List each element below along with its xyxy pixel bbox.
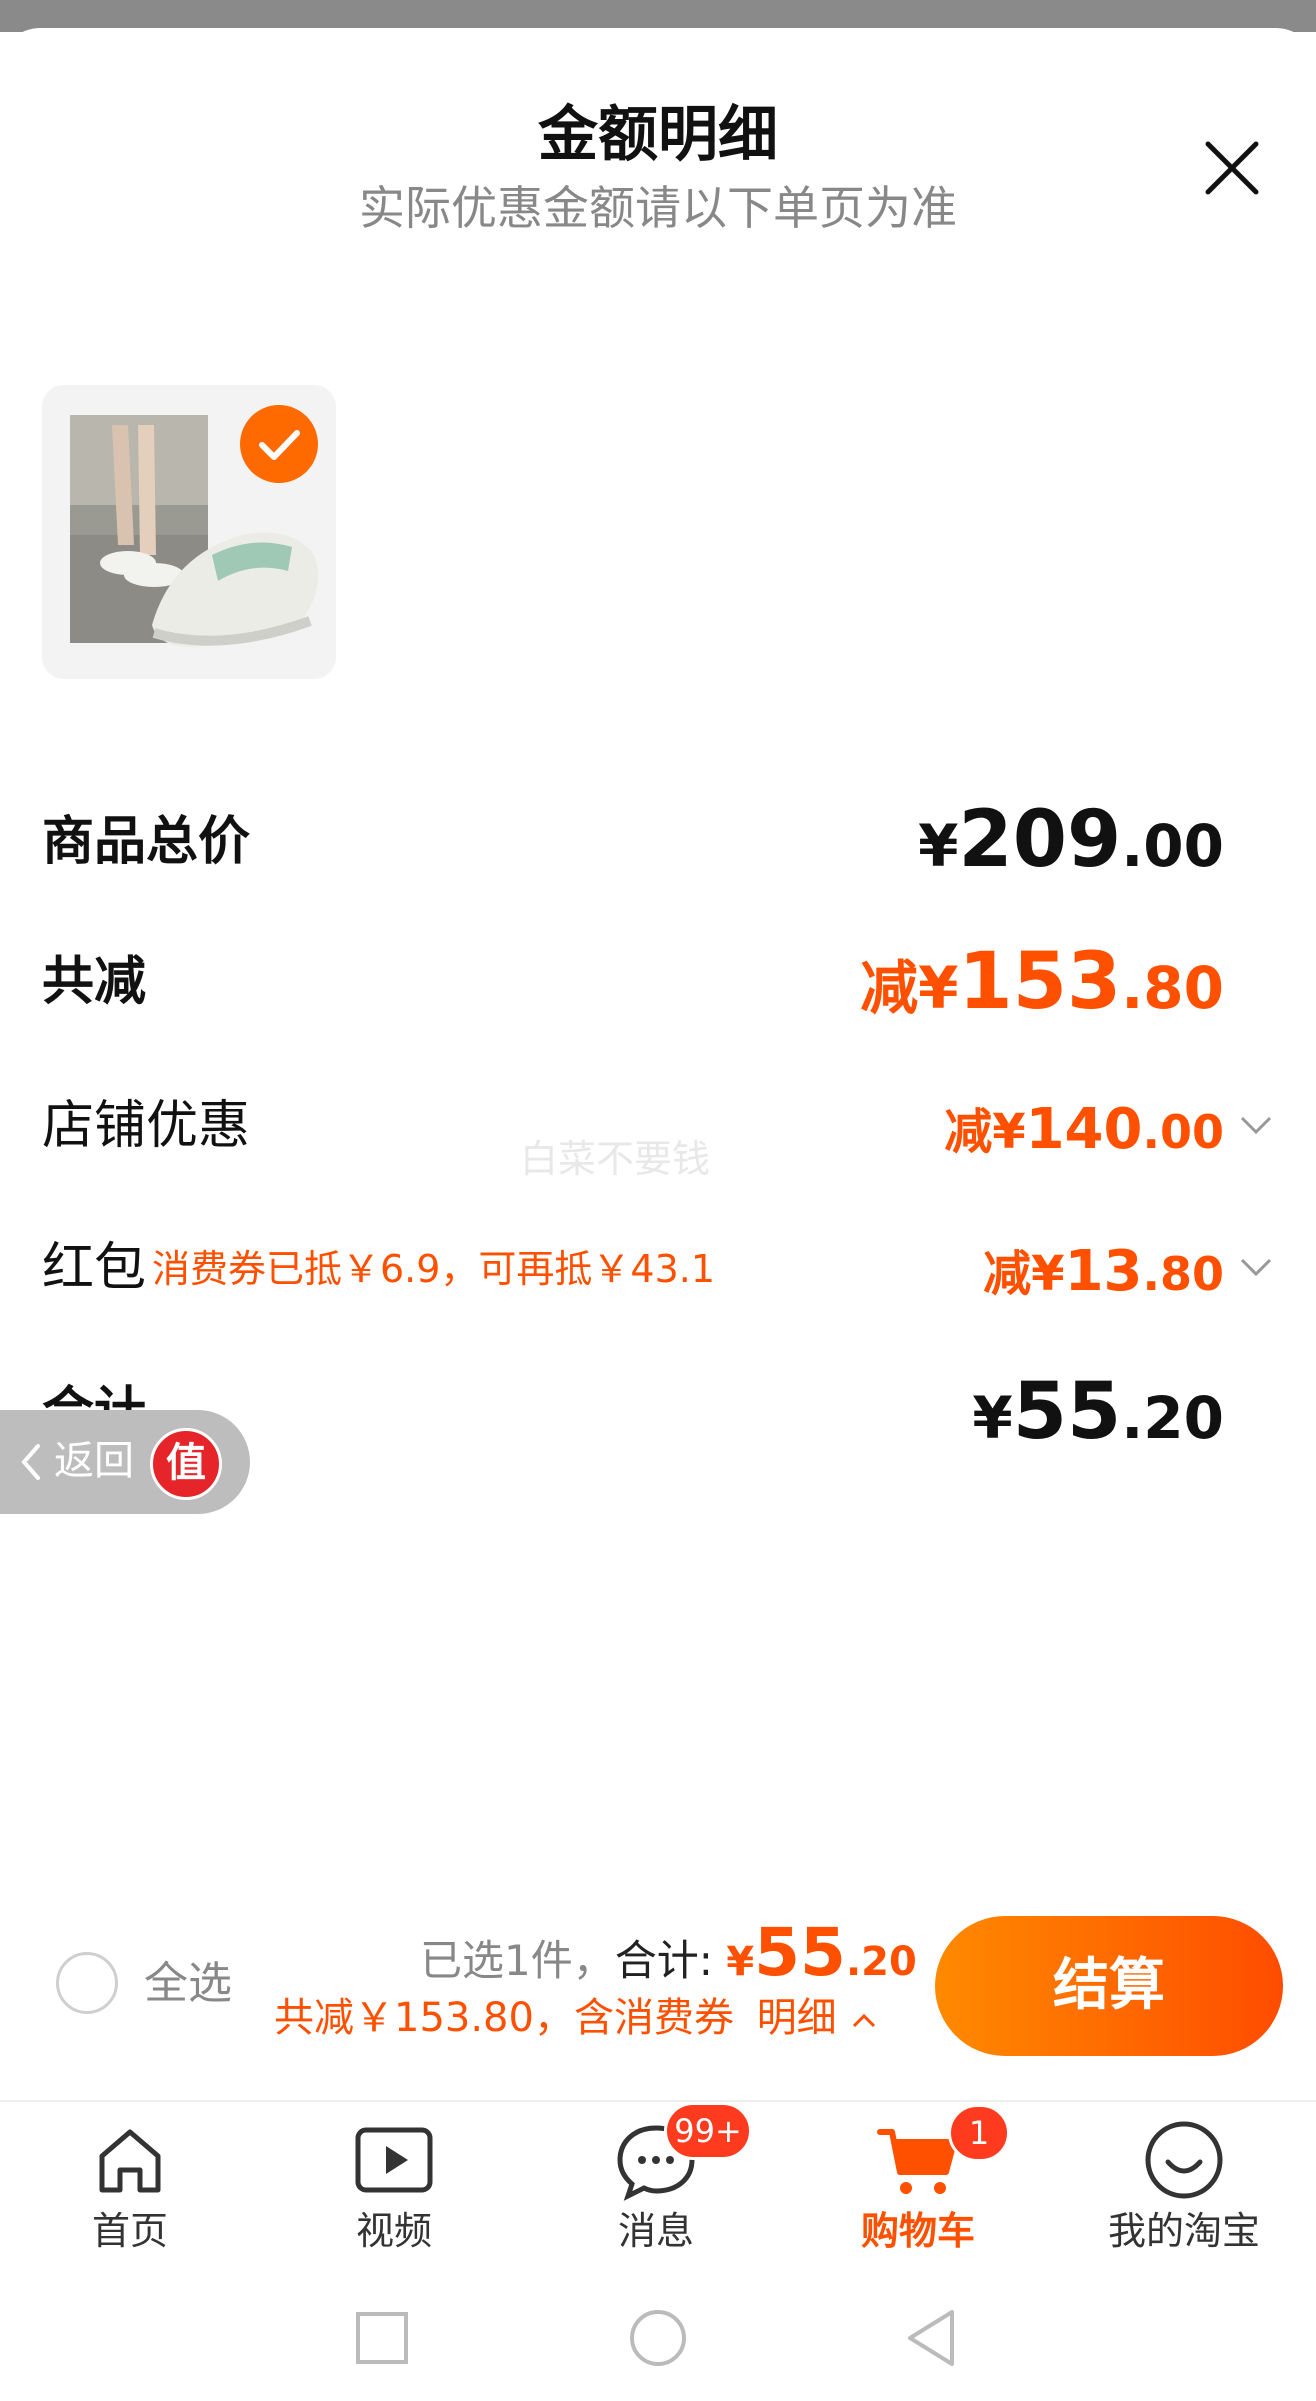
tabbar-divider [0, 2100, 1316, 2102]
circle-icon [630, 2310, 686, 2366]
product-selected-checkbox[interactable] [240, 405, 318, 483]
close-icon [1205, 141, 1259, 195]
select-all-radio[interactable] [56, 1952, 118, 2014]
chevron-up-icon [853, 2013, 876, 2028]
tab-cart[interactable]: 1 购物车 [818, 2104, 1018, 2290]
selected-count: 已选1件， [420, 1936, 615, 1985]
detail-link[interactable]: 明细 [757, 1995, 880, 2041]
tab-video[interactable]: 视频 [294, 2110, 494, 2290]
total-discount-label: 共减 [42, 952, 147, 1012]
video-icon [355, 2127, 433, 2193]
tab-my-taobao[interactable]: 我的淘宝 [1084, 2110, 1284, 2290]
sheet-title: 金额明细 [538, 100, 778, 170]
cart-badge: 1 [948, 2104, 1010, 2162]
select-all-label[interactable]: 全选 [144, 1956, 232, 2012]
sheet-subtitle: 实际优惠金额请以下单页为准 [359, 181, 957, 235]
square-icon [356, 2312, 408, 2364]
recent-apps-button[interactable] [332, 2300, 432, 2380]
savings-summary: 共减￥153.80，含消费券 明细 [274, 1990, 879, 2046]
subtotal-value: ¥55.20 [972, 1367, 1224, 1457]
chevron-down-icon [1240, 1116, 1272, 1135]
tab-home[interactable]: 首页 [30, 2110, 230, 2290]
chevron-left-icon [16, 1442, 46, 1482]
checkmark-icon [259, 430, 300, 460]
home-icon [99, 2129, 161, 2193]
total-discount-value: 减¥153.80 [860, 937, 1224, 1027]
shop-discount-value[interactable]: 减¥140.00 [944, 1090, 1224, 1183]
tab-messages[interactable]: 99+ 消息 [556, 2102, 756, 2290]
watermark-text: 白菜不要钱 [520, 1137, 711, 1181]
bottom-total-int: 55 [754, 1914, 846, 1991]
coupon-note: 消费券已抵￥6.9，可再抵￥43.1 [152, 1247, 716, 1291]
checkout-button[interactable]: 结算 [935, 1916, 1283, 2056]
total-label: 合计: [614, 1936, 727, 1985]
savings-text: 共减￥153.80，含消费券 [274, 1995, 734, 2041]
back-system-button[interactable] [882, 2300, 982, 2380]
triangle-back-icon [908, 2310, 954, 2366]
back-label: 返回 [54, 1438, 134, 1484]
chevron-down-icon [1240, 1258, 1272, 1277]
redpacket-expand[interactable] [1236, 1248, 1276, 1288]
redpacket-label: 红包 [42, 1238, 147, 1298]
home-system-button[interactable] [608, 2300, 708, 2380]
redpacket-value[interactable]: 减¥13.80 [983, 1232, 1224, 1325]
message-badge: 99+ [664, 2102, 752, 2160]
total-price-label: 商品总价 [42, 812, 251, 872]
shop-discount-label: 店铺优惠 [42, 1096, 251, 1156]
zhi-badge: 值 [150, 1428, 222, 1500]
close-button[interactable] [1196, 132, 1268, 204]
total-price-value: ¥209.00 [918, 795, 1224, 885]
shop-discount-expand[interactable] [1236, 1106, 1276, 1146]
profile-icon [1145, 2121, 1223, 2199]
